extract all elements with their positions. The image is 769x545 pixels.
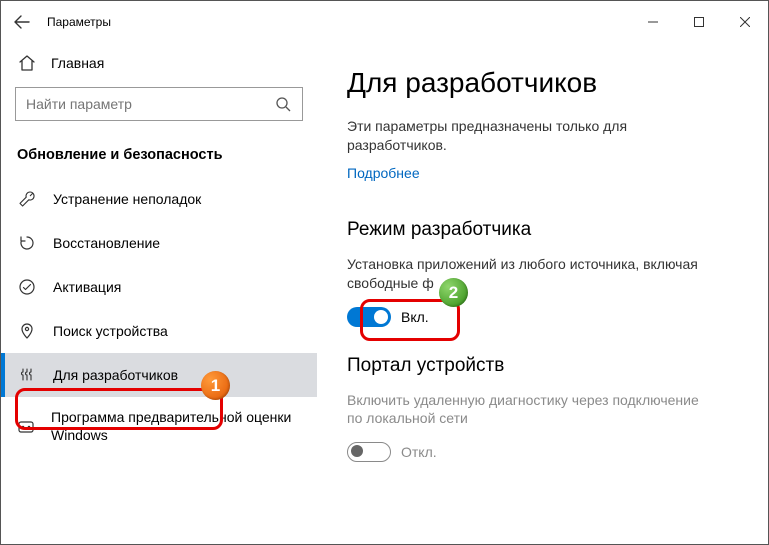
search-box[interactable] — [15, 87, 303, 121]
search-wrap — [1, 83, 317, 129]
device-portal-toggle[interactable] — [347, 442, 391, 462]
sidebar-item-troubleshoot[interactable]: Устранение неполадок — [1, 177, 317, 221]
insider-icon — [17, 417, 35, 437]
maximize-button[interactable] — [676, 7, 722, 37]
minimize-button[interactable] — [630, 7, 676, 37]
find-device-icon — [17, 321, 37, 341]
intro-text: Эти параметры предназначены только для р… — [347, 117, 707, 155]
settings-window: Параметры Главная — [0, 0, 769, 545]
device-portal-toggle-label: Откл. — [401, 444, 437, 460]
wrench-icon — [17, 189, 37, 209]
window-controls — [630, 7, 768, 37]
dev-mode-heading: Режим разработчика — [347, 219, 738, 241]
activation-icon — [17, 277, 37, 297]
home-icon — [17, 53, 37, 73]
sidebar-item-developers[interactable]: Для разработчиков — [1, 353, 317, 397]
nav-home[interactable]: Главная — [1, 43, 317, 83]
dev-mode-desc: Установка приложений из любого источника… — [347, 255, 717, 293]
sidebar: Главная Обновление и безопасность Устран… — [1, 43, 317, 544]
close-button[interactable] — [722, 7, 768, 37]
nav-home-label: Главная — [51, 55, 104, 71]
sidebar-item-label: Активация — [53, 279, 121, 295]
learn-more-link[interactable]: Подробнее — [347, 165, 420, 181]
developers-icon — [17, 365, 37, 385]
search-input[interactable] — [26, 96, 274, 112]
back-button[interactable] — [1, 1, 43, 43]
sidebar-item-label: Восстановление — [53, 235, 160, 251]
device-portal-toggle-row: Откл. — [347, 442, 738, 462]
page-title: Для разработчиков — [347, 67, 738, 99]
dev-mode-toggle-row: Вкл. — [347, 307, 738, 327]
sidebar-item-find-device[interactable]: Поиск устройства — [1, 309, 317, 353]
sidebar-section-header: Обновление и безопасность — [1, 129, 317, 177]
window-body: Главная Обновление и безопасность Устран… — [1, 43, 768, 544]
sidebar-item-label: Устранение неполадок — [53, 191, 201, 207]
maximize-icon — [694, 17, 704, 27]
recovery-icon — [17, 233, 37, 253]
sidebar-item-activation[interactable]: Активация — [1, 265, 317, 309]
sidebar-item-insider[interactable]: Программа предварительной оценки Windows — [1, 397, 317, 456]
close-icon — [740, 17, 750, 27]
sidebar-item-recovery[interactable]: Восстановление — [1, 221, 317, 265]
content-pane: Для разработчиков Эти параметры предназн… — [317, 43, 768, 544]
sidebar-item-label: Поиск устройства — [53, 323, 168, 339]
device-portal-heading: Портал устройств — [347, 355, 738, 377]
sidebar-item-label: Программа предварительной оценки Windows — [51, 409, 301, 444]
sidebar-item-label: Для разработчиков — [53, 367, 178, 383]
back-arrow-icon — [14, 14, 30, 30]
dev-mode-toggle[interactable] — [347, 307, 391, 327]
titlebar: Параметры — [1, 1, 768, 43]
search-icon — [274, 95, 292, 113]
dev-mode-toggle-label: Вкл. — [401, 309, 429, 325]
device-portal-desc: Включить удаленную диагностику через под… — [347, 391, 717, 429]
window-title: Параметры — [47, 15, 111, 29]
minimize-icon — [648, 17, 658, 27]
